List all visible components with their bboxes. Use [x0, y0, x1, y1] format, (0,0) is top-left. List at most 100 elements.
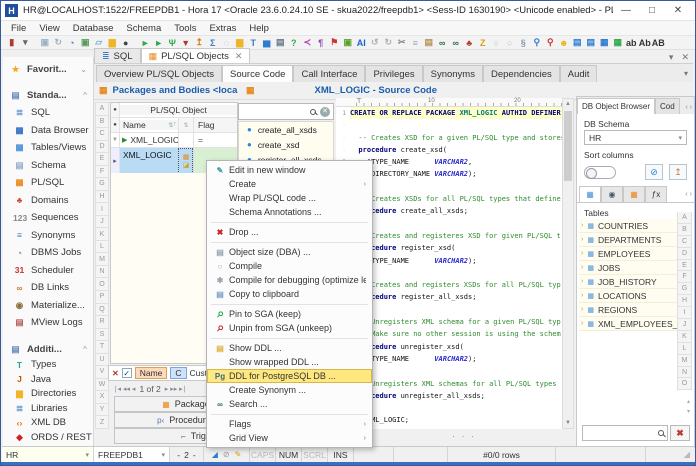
context-menu-item[interactable]: Grid View › [207, 431, 372, 445]
alphabet-letter[interactable]: H [677, 295, 692, 308]
sidebar-section-additional[interactable]: ▤ Additi... ^ [3, 341, 93, 358]
expander-icon[interactable]: › [581, 292, 583, 299]
context-menu-item[interactable]: ▤ Copy to clipboard [207, 287, 372, 301]
sidebar-item[interactable]: ▦ Data Browser [3, 122, 93, 140]
alphabet-letter[interactable]: R [95, 316, 109, 329]
table-tree-item[interactable]: › ▦ JOBS [579, 261, 677, 275]
alphabet-letter[interactable]: A [95, 103, 109, 116]
sidebar-item[interactable]: 123 Sequences [3, 209, 93, 227]
context-menu-item[interactable]: ⚲ Pin to SGA (keep) [207, 307, 372, 321]
sidebar-section-favorites[interactable]: ★ Favorit... ⌄ [3, 61, 93, 78]
context-menu-item[interactable]: ✎ Edit in new window [207, 163, 372, 177]
sidebar-item[interactable]: ▤ Schema [3, 157, 93, 175]
alphabet-letter[interactable]: T [95, 341, 109, 354]
maximize-button[interactable]: □ [639, 3, 665, 19]
alphabet-letter[interactable]: F [95, 165, 109, 179]
context-menu-item[interactable]: Create Synonym ... [207, 383, 372, 397]
alphabet-up-icon[interactable]: ▴ [687, 398, 690, 405]
alphabet-letter[interactable]: E [95, 153, 109, 166]
status-icon[interactable]: ◢ [212, 450, 218, 459]
status-icon[interactable]: ✎ [235, 450, 242, 459]
context-menu-item[interactable]: ⚲ Unpin from SGA (unkeep) [207, 321, 372, 335]
alphabet-letter[interactable]: X [95, 391, 109, 404]
sidebar-item[interactable]: ◆ ORDS / REST [3, 430, 93, 445]
procedure-list-item[interactable]: ● create_all_xsds [239, 122, 333, 137]
alphabet-letter[interactable]: P [95, 290, 109, 304]
scrollbar-thumb[interactable] [564, 111, 572, 181]
toolbar-icon[interactable]: ↻ [52, 36, 66, 49]
context-menu-item[interactable]: Create › [207, 177, 372, 191]
tab-db-object-browser[interactable]: DB Object Browser [577, 98, 656, 114]
table-search-input[interactable] [586, 428, 658, 438]
context-menu-item[interactable]: Flags › [207, 417, 372, 431]
expander-icon[interactable]: › [581, 236, 583, 243]
alphabet-letter[interactable]: C [677, 235, 692, 248]
alphabet-letter[interactable]: J [677, 319, 692, 331]
alphabet-letter[interactable]: C [95, 128, 109, 141]
scroll-up-icon[interactable]: ▲ [563, 99, 573, 109]
context-menu-item[interactable]: ▤ Show DDL ... [207, 341, 372, 355]
scroll-down-icon[interactable]: ▼ [563, 418, 573, 428]
alphabet-letter[interactable]: N [677, 366, 692, 379]
context-menu-item[interactable]: Schema Annotations ... [207, 205, 372, 219]
subtab[interactable]: Source Code [222, 65, 294, 82]
context-menu-item[interactable]: ∞ Search ... [207, 397, 372, 411]
toolbar-icon[interactable]: ▮ [5, 36, 19, 49]
editor-scrollbar[interactable]: ▲ ▼ [562, 98, 574, 429]
level-stepper[interactable]: - 2 - [170, 447, 204, 462]
tabbar-dropdown-icon[interactable]: ▾ [669, 52, 674, 63]
alphabet-letter[interactable]: L [677, 342, 692, 355]
column-type[interactable]: ⇅ [178, 118, 193, 132]
sidebar-item[interactable]: J Java [3, 372, 93, 387]
table-tree-item[interactable]: › ▦ JOB_HISTORY [579, 275, 677, 289]
sidebar-item[interactable]: T Types [3, 358, 93, 373]
sidebar-item[interactable]: ◔ DBMS Jobs [3, 244, 93, 262]
filter-flag-cell[interactable]: = [193, 133, 237, 147]
alphabet-letter[interactable]: K [95, 228, 109, 241]
tab-close-icon[interactable]: ✕ [235, 51, 243, 62]
row-type-icons[interactable]: ▦ ◪ [178, 148, 193, 174]
object-type-tab[interactable]: ▦ [579, 186, 601, 202]
alphabet-letter[interactable]: A [677, 212, 692, 224]
alphabet-letter[interactable]: L [95, 240, 109, 254]
expander-icon[interactable]: › [581, 250, 583, 257]
close-button[interactable]: ✕ [665, 3, 691, 19]
context-menu-item[interactable]: ✖ Drop ... [207, 225, 372, 239]
alphabet-letter[interactable]: N [95, 265, 109, 279]
tab-scroll-icons[interactable]: ‹ › [685, 104, 694, 114]
sort-filter-icon[interactable]: ⇅ᵀ [168, 122, 178, 129]
procedure-search-box[interactable]: ✕ [238, 103, 334, 120]
alphabet-letter[interactable]: M [677, 354, 692, 367]
object-tab-scroll-icons[interactable]: ‹ › [685, 191, 694, 202]
filter-close-icon[interactable]: ✕ [112, 369, 119, 378]
collapsed-splitter[interactable]: · · · [434, 431, 494, 441]
status-icon[interactable]: ⊘ [223, 450, 230, 459]
tab-code[interactable]: Cod [655, 98, 680, 114]
expander-icon[interactable]: › [581, 278, 583, 285]
table-tree-item[interactable]: › ▦ REGIONS [579, 303, 677, 317]
table-group-header[interactable]: ● PL/SQL Object [111, 103, 237, 118]
alphabet-letter[interactable]: O [95, 278, 109, 291]
sort-toggle[interactable] [584, 165, 616, 179]
table-tree-item[interactable]: › ▦ DEPARTMENTS [579, 233, 677, 247]
alphabet-letter[interactable]: J [95, 215, 109, 229]
database-combo[interactable]: FREEPDB1 ▾ [94, 447, 170, 462]
sidebar-item[interactable]: ▤ MView Logs [3, 314, 93, 332]
context-menu-item[interactable]: Pg DDL for PostgreSQL DB ... [207, 369, 372, 383]
subtab[interactable]: Privileges [365, 65, 423, 82]
subtab[interactable]: Dependencies [482, 65, 560, 82]
toolbar-icon[interactable]: ▣ [79, 36, 93, 49]
procedure-list-item[interactable]: ● create_xsd [239, 137, 333, 152]
menu-item[interactable]: Schema [120, 23, 167, 34]
alphabet-letter[interactable]: Y [95, 403, 109, 417]
menu-item[interactable]: File [5, 23, 32, 34]
table-tree-item[interactable]: › ▦ LOCATIONS [579, 289, 677, 303]
sidebar-item[interactable]: ≣ Libraries [3, 401, 93, 416]
subtab[interactable]: Synonyms [422, 65, 483, 82]
procedure-search-input[interactable] [242, 106, 306, 117]
expander-icon[interactable]: › [581, 264, 583, 271]
alphabet-letter[interactable]: Q [95, 303, 109, 317]
context-menu-item[interactable]: Show wrapped DDL ... [207, 355, 372, 369]
sidebar-item[interactable]: ♣ Domains [3, 192, 93, 210]
tab-plsql-objects[interactable]: ▦ PL/SQL Objects ✕ [140, 48, 251, 63]
